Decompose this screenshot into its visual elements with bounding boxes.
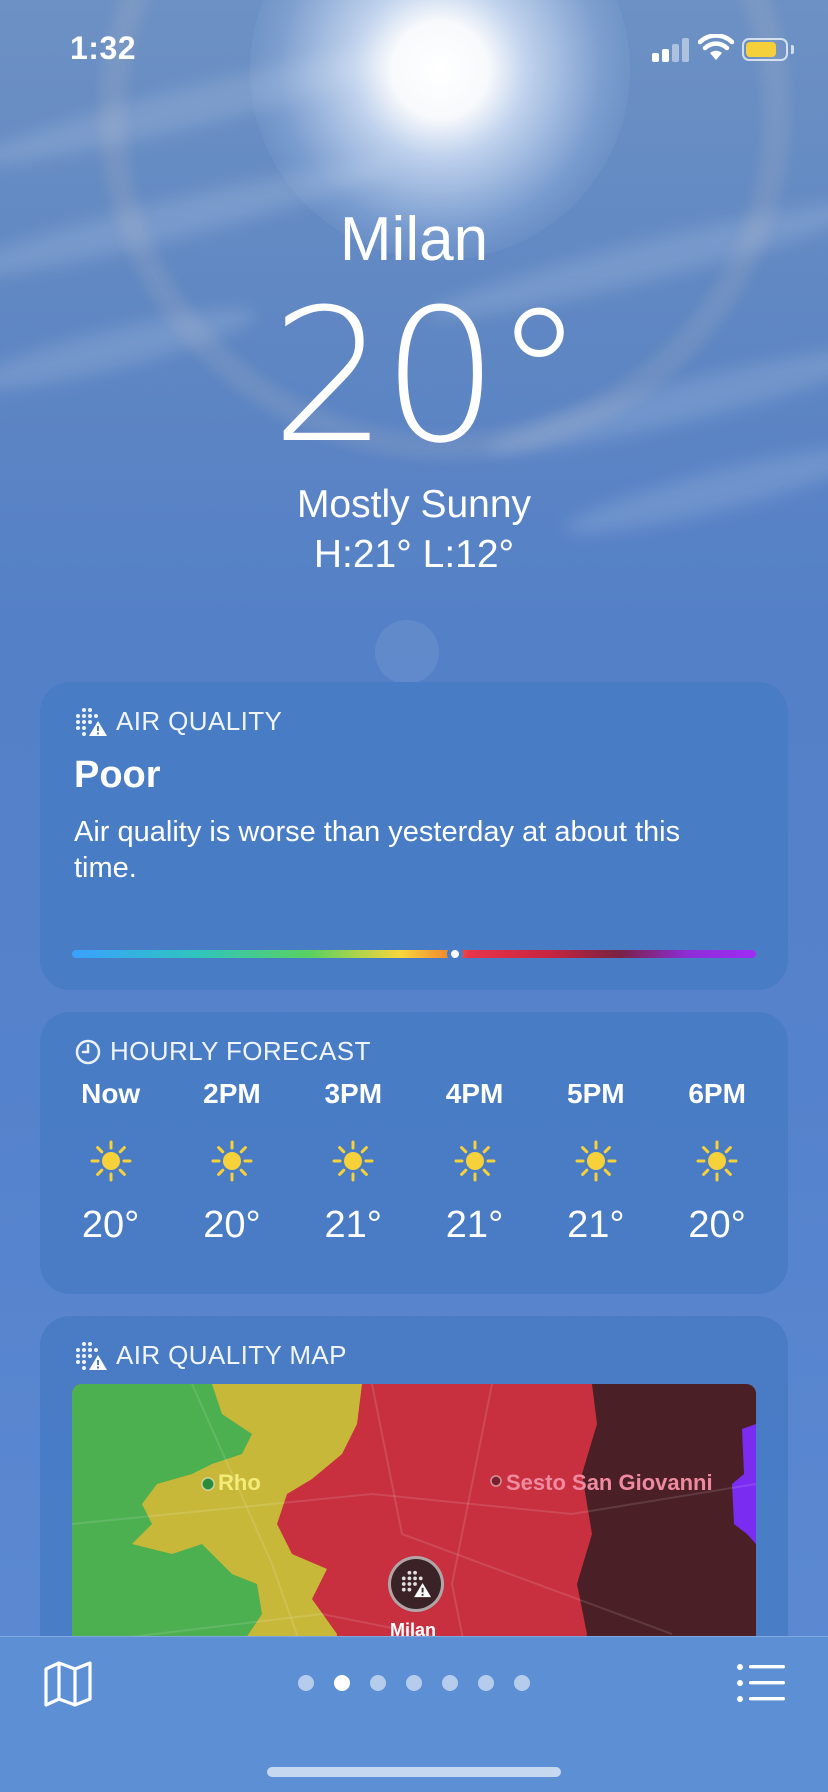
sun-icon	[414, 1118, 535, 1204]
hour-item: 6PM 20°	[656, 1078, 777, 1247]
air-quality-icon	[401, 1570, 432, 1598]
hour-temperature: 21°	[567, 1204, 625, 1246]
hour-label: 2PM	[203, 1078, 261, 1109]
hour-temperature: 20°	[203, 1204, 261, 1246]
air-quality-header: AIR QUALITY	[74, 706, 282, 737]
air-quality-icon	[76, 1341, 107, 1370]
hour-temperature: 20°	[688, 1204, 746, 1246]
lens-flare	[375, 620, 439, 684]
home-indicator	[267, 1767, 561, 1777]
battery-cap	[791, 45, 794, 54]
city-name: Milan	[339, 205, 489, 274]
map-label-sesto: Sesto San Giovanni	[506, 1470, 713, 1495]
hour-label: 5PM	[567, 1078, 625, 1109]
current-temperature: 20°	[270, 270, 585, 484]
hour-item: 3PM 21°	[293, 1078, 414, 1247]
air-quality-description: Air quality is worse than yesterday at a…	[74, 816, 681, 884]
sun-icon	[535, 1118, 656, 1204]
air-quality-level: Poor	[74, 754, 161, 796]
air-quality-map-title: AIR QUALITY MAP	[116, 1340, 347, 1370]
air-quality-title: AIR QUALITY	[116, 706, 283, 736]
hour-label: 6PM	[688, 1078, 746, 1109]
hourly-list[interactable]: Now 20° 2PM 20° 3PM 21° 4PM 21° 5PM 21° …	[50, 1078, 778, 1247]
page-dot[interactable]	[514, 1675, 530, 1691]
sun-icon	[293, 1118, 414, 1204]
sun-icon	[50, 1118, 171, 1204]
hour-label: Now	[81, 1078, 141, 1109]
hour-temperature: 21°	[324, 1204, 382, 1246]
hour-item: 5PM 21°	[535, 1078, 656, 1247]
status-bar: 1:32	[0, 0, 828, 100]
air-quality-map-header: AIR QUALITY MAP	[74, 1340, 347, 1371]
cellular-signal-icon	[652, 38, 690, 62]
page-indicator[interactable]	[0, 1675, 828, 1691]
air-quality-card[interactable]: AIR QUALITY Poor Air quality is worse th…	[40, 682, 788, 990]
page-dot[interactable]	[370, 1675, 386, 1691]
weather-condition: Mostly Sunny	[296, 483, 532, 526]
map-location-pin[interactable]	[388, 1556, 444, 1612]
map-label-rho: Rho	[218, 1470, 261, 1495]
status-time: 1:32	[70, 30, 137, 66]
clock-icon	[75, 1039, 101, 1064]
battery-level	[746, 42, 777, 57]
hourly-forecast-header: HOURLY FORECAST	[74, 1036, 371, 1067]
bottom-toolbar	[0, 1636, 828, 1792]
page-dot[interactable]	[478, 1675, 494, 1691]
sun-icon	[171, 1118, 292, 1204]
hour-item: 4PM 21°	[414, 1078, 535, 1247]
air-quality-scale	[72, 950, 756, 958]
list-icon[interactable]	[736, 1661, 786, 1705]
hourly-forecast-title: HOURLY FORECAST	[110, 1036, 371, 1066]
high-low-temperature: H:21° L:12°	[313, 533, 515, 576]
page-dot[interactable]	[334, 1675, 350, 1691]
battery-icon	[742, 38, 788, 61]
air-quality-indicator	[447, 946, 464, 962]
wifi-icon	[698, 34, 734, 60]
page-dot[interactable]	[442, 1675, 458, 1691]
air-quality-icon	[76, 707, 107, 736]
hour-item: Now 20°	[50, 1078, 171, 1247]
page-dot[interactable]	[406, 1675, 422, 1691]
hourly-forecast-card[interactable]: HOURLY FORECAST Now 20° 2PM 20° 3PM 21° …	[40, 1012, 788, 1294]
current-weather: Milan 20° Mostly Sunny H:21° L:12°	[0, 200, 828, 580]
sun-icon	[656, 1118, 777, 1204]
hour-temperature: 20°	[81, 1204, 140, 1246]
page-dot[interactable]	[298, 1675, 314, 1691]
hour-temperature: 21°	[445, 1204, 504, 1246]
hour-label: 3PM	[324, 1078, 383, 1109]
hour-label: 4PM	[445, 1078, 504, 1109]
hour-item: 2PM 20°	[171, 1078, 292, 1247]
